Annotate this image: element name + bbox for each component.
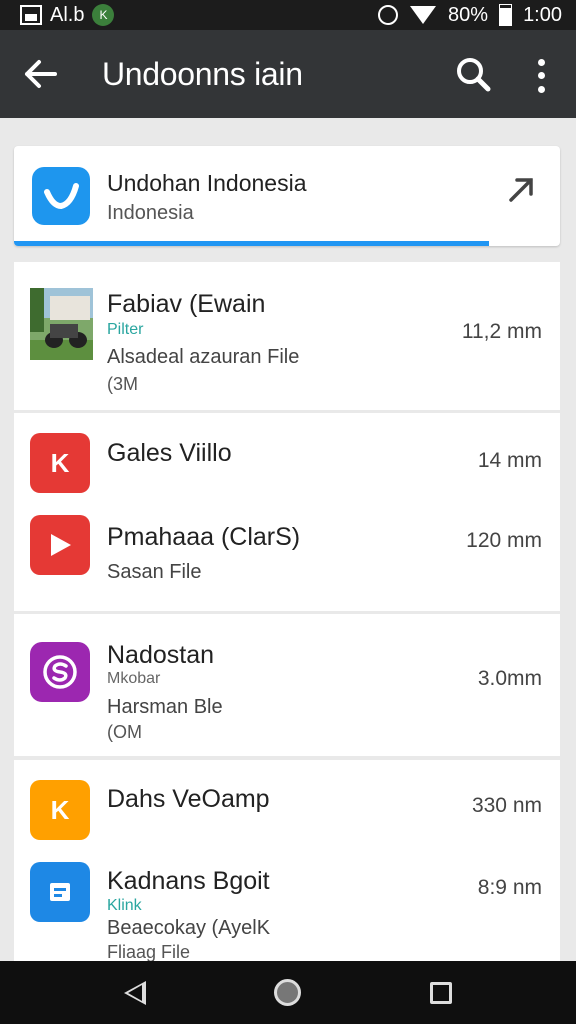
list-group: K Dahs VeOamp 330 nm Kadnans Bgoit Klink… (14, 760, 560, 962)
document-icon (30, 862, 90, 922)
list-group: K Gales Viillo 14 mm Pmahaaa (ClarS) Sas… (14, 413, 560, 611)
arrow-icon (509, 178, 533, 202)
nav-home-icon[interactable] (274, 979, 302, 1006)
back-button[interactable] (0, 30, 80, 118)
file-description: Beaecokay (AyelK (107, 917, 271, 939)
file-title: Nadostan (107, 641, 215, 669)
file-title[interactable]: Kadnans Bgoit (107, 867, 270, 896)
status-bar: Al.b K 80% 1:00 (0, 0, 576, 30)
file-title[interactable]: Gales Viillo (107, 439, 232, 468)
download-progress-bar (14, 241, 490, 246)
file-meta: Fliaag File (107, 942, 191, 962)
k-logo-icon: K (30, 780, 90, 840)
nav-recents-icon[interactable] (429, 981, 452, 1004)
image-icon (20, 5, 42, 25)
app-icon (32, 167, 90, 225)
list-item[interactable]: Nadostan Mkobar Harsman Ble (OM 3.0mm (14, 614, 560, 756)
photo-thumbnail (30, 288, 93, 360)
file-size: 120 mm (466, 529, 542, 552)
file-title: Fabiav (Ewain (107, 290, 266, 318)
file-label: Klink (107, 897, 142, 914)
download-title: Undohan Indonesia (107, 170, 307, 196)
carrier-label: Al.b (50, 3, 85, 26)
search-button[interactable] (453, 54, 493, 94)
check-icon (44, 183, 79, 210)
file-size: 8:9 nm (477, 876, 542, 899)
file-title[interactable]: Dahs VeOamp (107, 785, 270, 814)
download-subtitle: Indonesia (107, 202, 194, 224)
open-button[interactable] (507, 174, 537, 212)
file-label: Mkobar (107, 670, 161, 687)
file-description: Alsadeal azauran File (107, 346, 300, 368)
app-toolbar: Undoonns iain (0, 30, 576, 118)
file-size: 330 nm (471, 794, 542, 817)
file-label: Pilter (107, 321, 144, 338)
play-icon (30, 515, 90, 575)
file-size: 3.0mm (477, 667, 542, 690)
more-options-button[interactable] (524, 56, 558, 96)
alarm-icon (378, 5, 399, 25)
search-icon (457, 58, 491, 92)
nav-back-icon[interactable] (124, 980, 147, 1005)
file-size: 11,2 mm (461, 320, 542, 343)
k-logo-icon: K (30, 433, 90, 493)
arrow-back-icon (25, 60, 57, 88)
file-meta: (OM (107, 722, 142, 742)
navigation-bar (0, 961, 576, 1024)
battery-percent: 80% (448, 3, 489, 26)
battery-icon (499, 4, 513, 26)
file-title[interactable]: Pmahaaa (ClarS) (107, 523, 300, 552)
s-logo-icon (30, 642, 90, 702)
download-card[interactable]: Undohan Indonesia Indonesia (14, 146, 560, 246)
file-description: Sasan File (107, 561, 202, 583)
file-description: Harsman Ble (107, 696, 223, 718)
page-title: Undoonns iain (102, 55, 303, 92)
more-vert-icon (537, 59, 545, 67)
file-meta: (3M (107, 374, 138, 394)
file-size: 14 mm (477, 449, 542, 472)
list-item[interactable]: Fabiav (Ewain Pilter Alsadeal azauran Fi… (14, 262, 560, 410)
notification-icon: K (92, 4, 115, 26)
wifi-icon (410, 6, 437, 24)
clock: 1:00 (523, 3, 562, 26)
